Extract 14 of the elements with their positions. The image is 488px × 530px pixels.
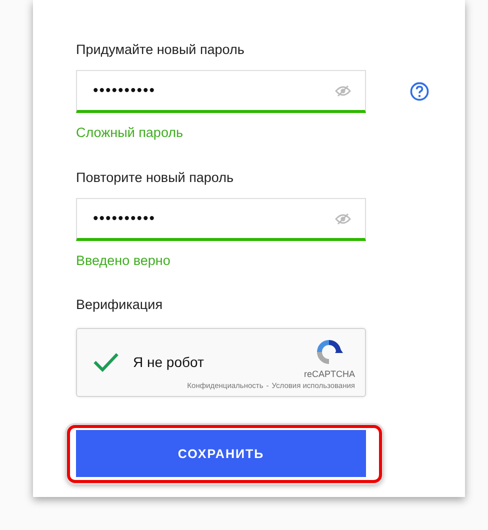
field-label: Придумайте новый пароль [76,42,246,59]
section-label: Верификация [76,297,164,314]
password-field[interactable]: •••••••••• [76,198,366,241]
password-status: Сложный пароль [76,125,184,142]
captcha-brand: reCAPTCHA [304,369,355,379]
password-status: Введено верно [76,253,172,270]
password-field[interactable]: •••••••••• [76,70,366,113]
eye-slash-icon[interactable] [335,84,351,96]
eye-slash-icon[interactable] [335,212,351,224]
captcha-logo-icon [314,337,344,367]
captcha-label: Я не робот [133,354,204,372]
help-icon[interactable] [410,82,429,101]
field-label: Повторите новый пароль [76,170,235,187]
save-button[interactable]: СОХРАНИТЬ [76,430,366,477]
